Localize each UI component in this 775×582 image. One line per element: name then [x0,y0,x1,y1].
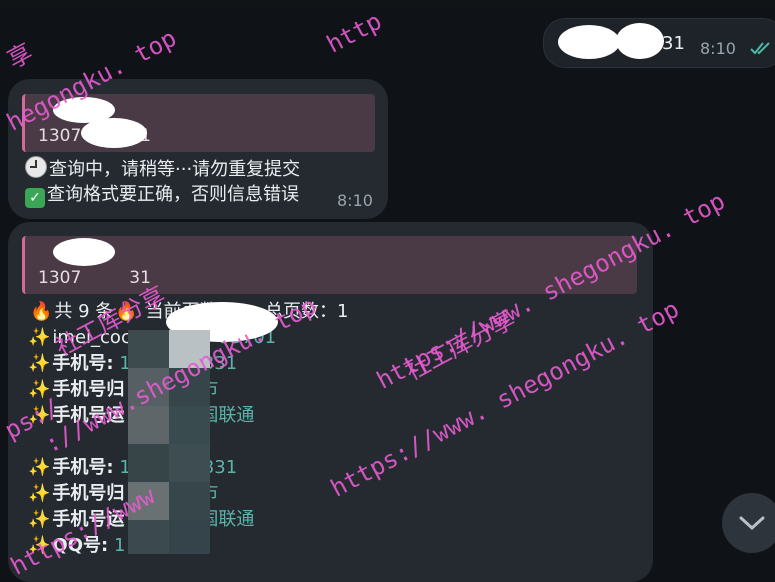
incoming-message-1-time: 8:10 [337,191,373,210]
incoming-message-1[interactable]: 130731 查询中，请稍等···请勿重复提交 ✓查询格式要正确，否则信息错误 … [8,79,388,219]
incoming-message-2[interactable]: 130731 🔥共 9 条🔥 当前页数：1，总页数：1 ✨imei_coc957… [8,222,653,582]
clock-icon [25,156,47,178]
top-bar [0,0,775,6]
watermark: http [322,6,387,59]
sparkle-icon: ✨ [28,509,51,530]
redaction-blob [558,25,620,59]
sparkle-icon: ✨ [28,353,51,374]
sparkle-icon: ✨ [28,327,51,348]
watermark: 享 [2,38,38,75]
scroll-to-bottom-button[interactable] [722,493,775,553]
status-line-2: ✓ 查询格式要正确，否则信息错误 [25,183,299,208]
sparkle-icon: ✨ [28,405,51,426]
double-check-icon [750,42,770,55]
redaction-blob [81,118,147,148]
outgoing-message[interactable]: 31 8:10 [543,18,775,68]
outgoing-message-text: 31 [662,33,685,54]
sparkle-icon: ✨ [28,535,51,556]
sparkle-icon: ✨ [28,379,51,400]
sparkle-icon: ✨ [28,457,51,478]
outgoing-message-time: 8:10 [700,39,736,58]
fire-icon: 🔥 [115,301,138,322]
status-line-1: 查询中，请稍等···请勿重复提交 [25,156,300,182]
reply-quote-2[interactable]: 1307 31 [22,236,637,294]
redaction-blob [53,238,115,266]
chevron-down-icon [739,516,765,531]
pixelated-redaction [128,330,210,554]
fire-icon: 🔥 [30,301,53,322]
check-icon: ✓ [25,188,45,208]
reply-quote-1[interactable]: 130731 [22,94,375,152]
reply-quote-2-text: 1307 31 [38,268,151,288]
redaction-blob [616,23,664,59]
sparkle-icon: ✨ [28,483,51,504]
